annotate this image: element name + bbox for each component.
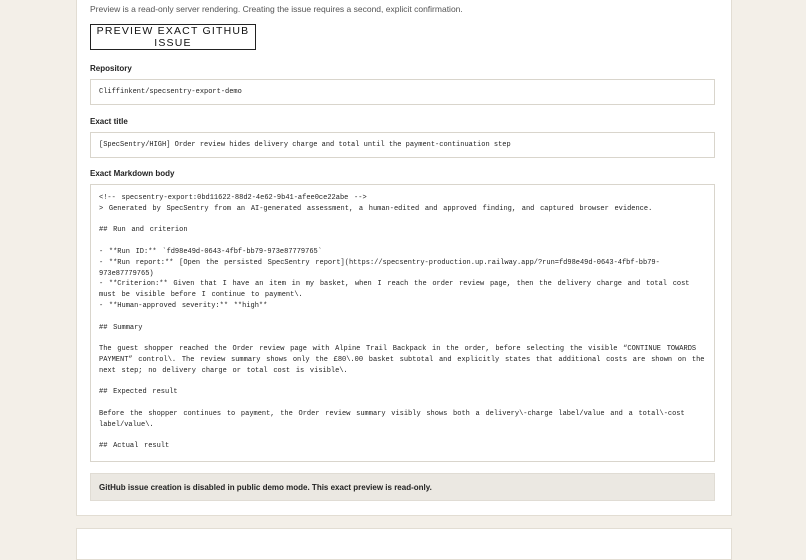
repository-value: Cliffinkent/specsentry-export-demo <box>99 88 242 96</box>
repository-label: Repository <box>90 64 132 73</box>
title-value: [SpecSentry/HIGH] Order review hides del… <box>99 141 511 149</box>
title-label: Exact title <box>90 117 128 126</box>
title-field[interactable]: [SpecSentry/HIGH] Order review hides del… <box>90 132 715 158</box>
next-card <box>76 528 732 560</box>
body-label: Exact Markdown body <box>90 169 175 178</box>
repository-field[interactable]: Cliffinkent/specsentry-export-demo <box>90 79 715 105</box>
preview-github-issue-button[interactable]: PREVIEW EXACT GITHUB ISSUE <box>90 24 256 50</box>
demo-mode-notice: GitHub issue creation is disabled in pub… <box>90 473 715 501</box>
preview-intro-text: Preview is a read-only server rendering.… <box>90 4 463 14</box>
markdown-body-textarea[interactable]: <!-- specsentry-export:0bd11622-88d2-4e6… <box>90 184 715 462</box>
